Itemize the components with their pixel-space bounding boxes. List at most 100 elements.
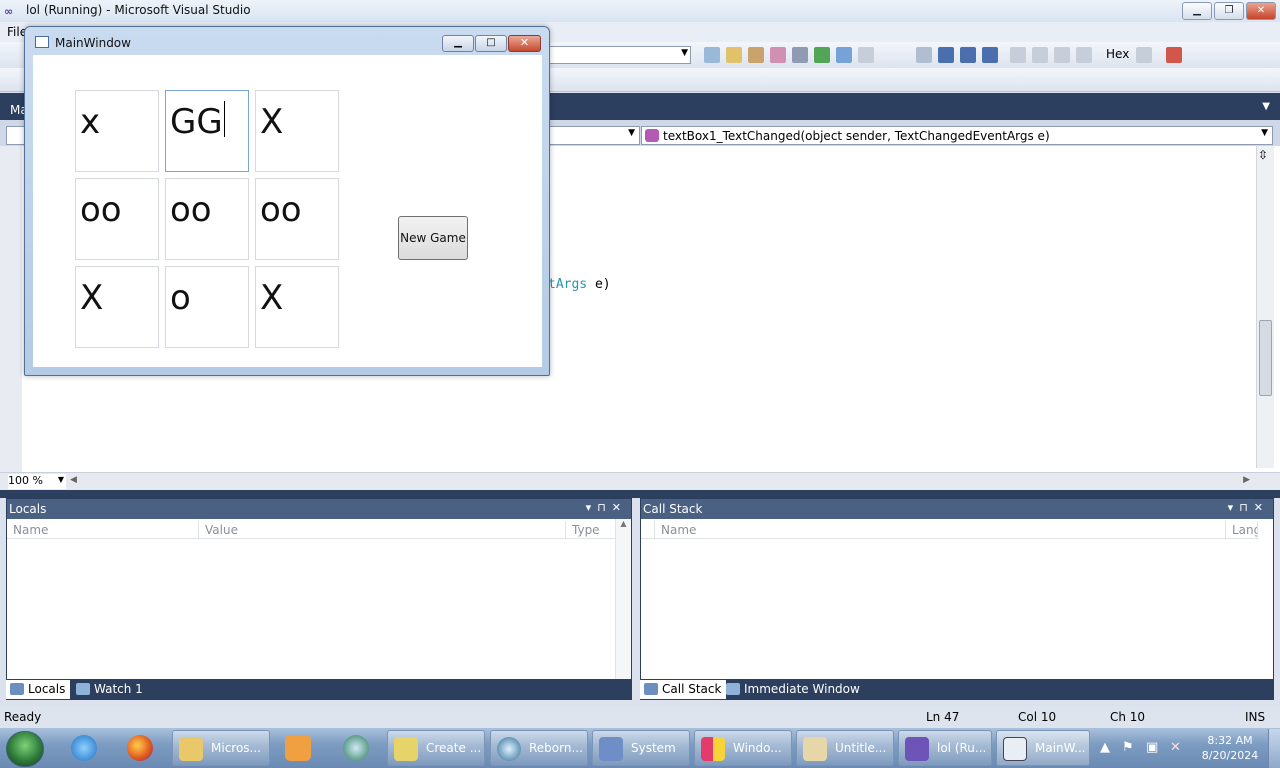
splitter-icon[interactable]: ⇳ [1258,148,1268,162]
network-icon[interactable] [336,731,376,765]
taskbar-label: Reborn... [529,741,583,755]
start-page-icon[interactable] [814,47,830,63]
show-next-statement-icon[interactable] [1010,47,1026,63]
scroll-thumb[interactable] [1259,320,1272,396]
cell-textbox[interactable]: o [165,266,249,348]
cell-textbox[interactable]: X [75,266,159,348]
step-over-icon[interactable] [1054,47,1070,63]
cell-textbox-focused[interactable]: GG [165,90,249,172]
cell-textbox[interactable]: oo [255,178,339,260]
object-browser-icon[interactable] [770,47,786,63]
locals-icon [10,683,24,695]
restart-icon[interactable] [982,47,998,63]
scroll-left-icon[interactable]: ◀ [70,475,77,485]
status-text: Ready [4,710,42,724]
taskbar-mainwindow[interactable]: MainW... [996,730,1090,766]
main-window-title: MainWindow [55,36,131,50]
column-type[interactable]: Type [566,521,616,539]
tab-callstack[interactable]: Call Stack [640,680,727,699]
stop-debugging-icon[interactable] [960,47,976,63]
tab-locals[interactable]: Locals [6,680,71,699]
system-clock[interactable]: 8:32 AM 8/20/2024 [1200,733,1260,765]
system-icon [599,737,623,761]
callstack-icon [644,683,658,695]
status-bar: Ready Ln 47 Col 10 Ch 10 INS [0,706,1280,728]
action-center-icon[interactable]: ⚑ [1122,740,1134,755]
minimize-button[interactable]: ▁ [1182,2,1212,20]
status-line: Ln 47 [926,710,960,724]
firefox-icon[interactable] [120,731,160,765]
member-combo[interactable]: textBox1_TextChanged(object sender, Text… [641,126,1273,145]
locals-scrollbar[interactable]: ▲ [615,519,631,679]
solution-config-combo[interactable]: ▼ [548,46,691,64]
show-desktop-button[interactable] [1268,729,1280,768]
properties-icon[interactable] [748,47,764,63]
pane-separator [0,490,1280,498]
code-type-fragment: tArgs [548,277,588,292]
callstack-header: Call Stack ▾⊓✕ [641,499,1273,519]
browser-icon [497,737,521,761]
main-window-close-button[interactable]: ✕ [508,35,541,52]
start-button[interactable] [6,731,44,767]
internet-explorer-icon[interactable] [64,731,104,765]
cell-textbox[interactable]: oo [75,178,159,260]
find-icon[interactable] [704,47,720,63]
extension-manager-icon[interactable] [836,47,852,63]
tab-locals-label: Locals [28,682,66,696]
main-window-maximize-button[interactable]: □ [475,35,507,52]
zoom-combo[interactable]: 100 % ▼ [8,474,66,489]
taskbar-windows[interactable]: Windo... [694,730,792,766]
taskbar-visual-studio[interactable]: lol (Ru... [898,730,992,766]
column-marker [641,521,655,539]
hex-toggle[interactable]: Hex [1106,47,1129,61]
column-lang[interactable]: Lang [1226,521,1258,539]
media-player-icon[interactable] [278,731,318,765]
step-into-icon[interactable] [1032,47,1048,63]
continue-icon[interactable] [916,47,932,63]
status-mode: INS [1245,710,1266,724]
show-hidden-icons[interactable]: ▲ [1100,740,1110,755]
pane-controls-icon[interactable]: ▾⊓✕ [1228,501,1269,514]
vs-window-title: lol (Running) - Microsoft Visual Studio [26,3,251,17]
scroll-right-icon[interactable]: ▶ [1243,475,1250,485]
tab-callstack-label: Call Stack [662,682,722,696]
clock-date: 8/20/2024 [1201,749,1259,762]
locals-tabs: Locals Watch 1 [6,680,632,700]
cell-textbox[interactable]: x [75,90,159,172]
editor-gutter [0,146,22,472]
taskbar-explorer[interactable]: Micros... [172,730,270,766]
member-combo-text: textBox1_TextChanged(object sender, Text… [663,129,1050,143]
taskbar-paint[interactable]: Untitle... [796,730,894,766]
taskbar-label: Untitle... [835,741,887,755]
window-layout-icon[interactable] [858,47,874,63]
close-button[interactable]: ✕ [1246,2,1276,20]
breakpoints-icon[interactable] [1166,47,1182,63]
taskbar-label: Create ... [426,741,482,755]
callstack-pane: Call Stack ▾⊓✕ Name Lang [640,498,1274,680]
tab-watch[interactable]: Watch 1 [72,680,148,699]
toolbox-icon[interactable] [792,47,808,63]
column-name[interactable]: Name [7,521,199,539]
break-all-icon[interactable] [938,47,954,63]
tab-dropdown-icon[interactable]: ▼ [1262,101,1270,112]
new-game-button[interactable]: New Game [398,216,468,260]
column-value[interactable]: Value [199,521,566,539]
volume-muted-icon[interactable]: ✕ [1170,740,1181,755]
tab-immediate[interactable]: Immediate Window [722,680,865,699]
solution-explorer-icon[interactable] [726,47,742,63]
taskbar-create[interactable]: Create ... [387,730,485,766]
paint-icon [803,737,827,761]
threads-icon[interactable] [1136,47,1152,63]
cell-textbox[interactable]: X [255,266,339,348]
cell-textbox[interactable]: X [255,90,339,172]
step-out-icon[interactable] [1076,47,1092,63]
taskbar-system[interactable]: System [592,730,690,766]
pane-controls-icon[interactable]: ▾⊓✕ [586,501,627,514]
editor-vertical-scrollbar[interactable] [1256,146,1274,468]
column-name[interactable]: Name [655,521,1226,539]
restore-button[interactable]: ❐ [1214,2,1244,20]
cell-textbox[interactable]: oo [165,178,249,260]
network-status-icon[interactable]: ▣ [1146,740,1158,755]
taskbar-reborn[interactable]: Reborn... [490,730,588,766]
main-window-minimize-button[interactable]: ▁ [442,35,474,52]
